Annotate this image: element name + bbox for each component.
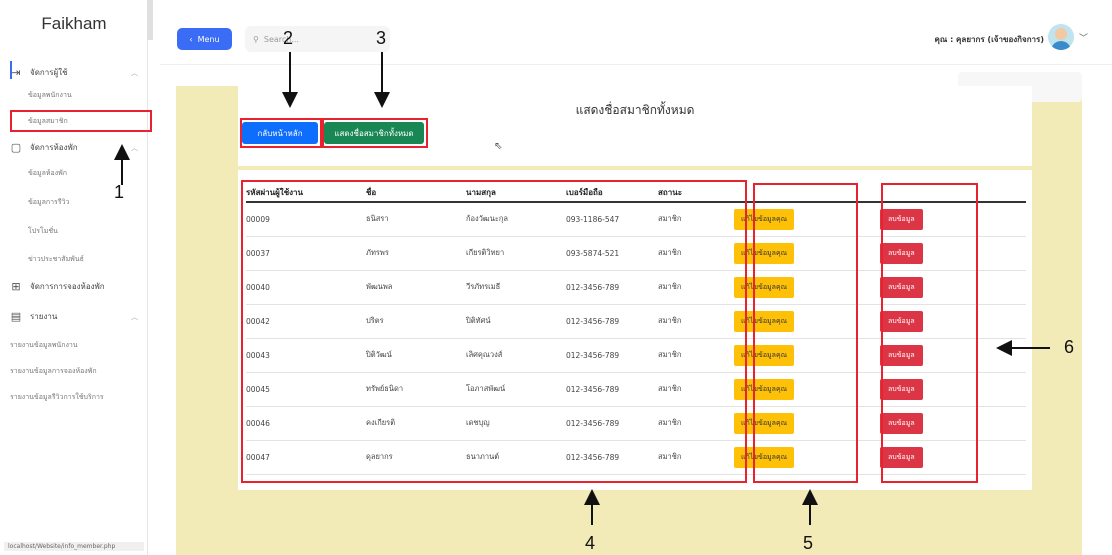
annotation-arrows: [114, 52, 1050, 525]
annotation-number-4: 4: [585, 533, 596, 553]
annotation-number-2: 2: [283, 28, 294, 48]
annotation-number-3: 3: [376, 28, 387, 48]
annotation-number-5: 5: [803, 533, 814, 553]
annotation-number-6: 6: [1064, 337, 1075, 357]
annotation-number-1: 1: [114, 182, 125, 202]
